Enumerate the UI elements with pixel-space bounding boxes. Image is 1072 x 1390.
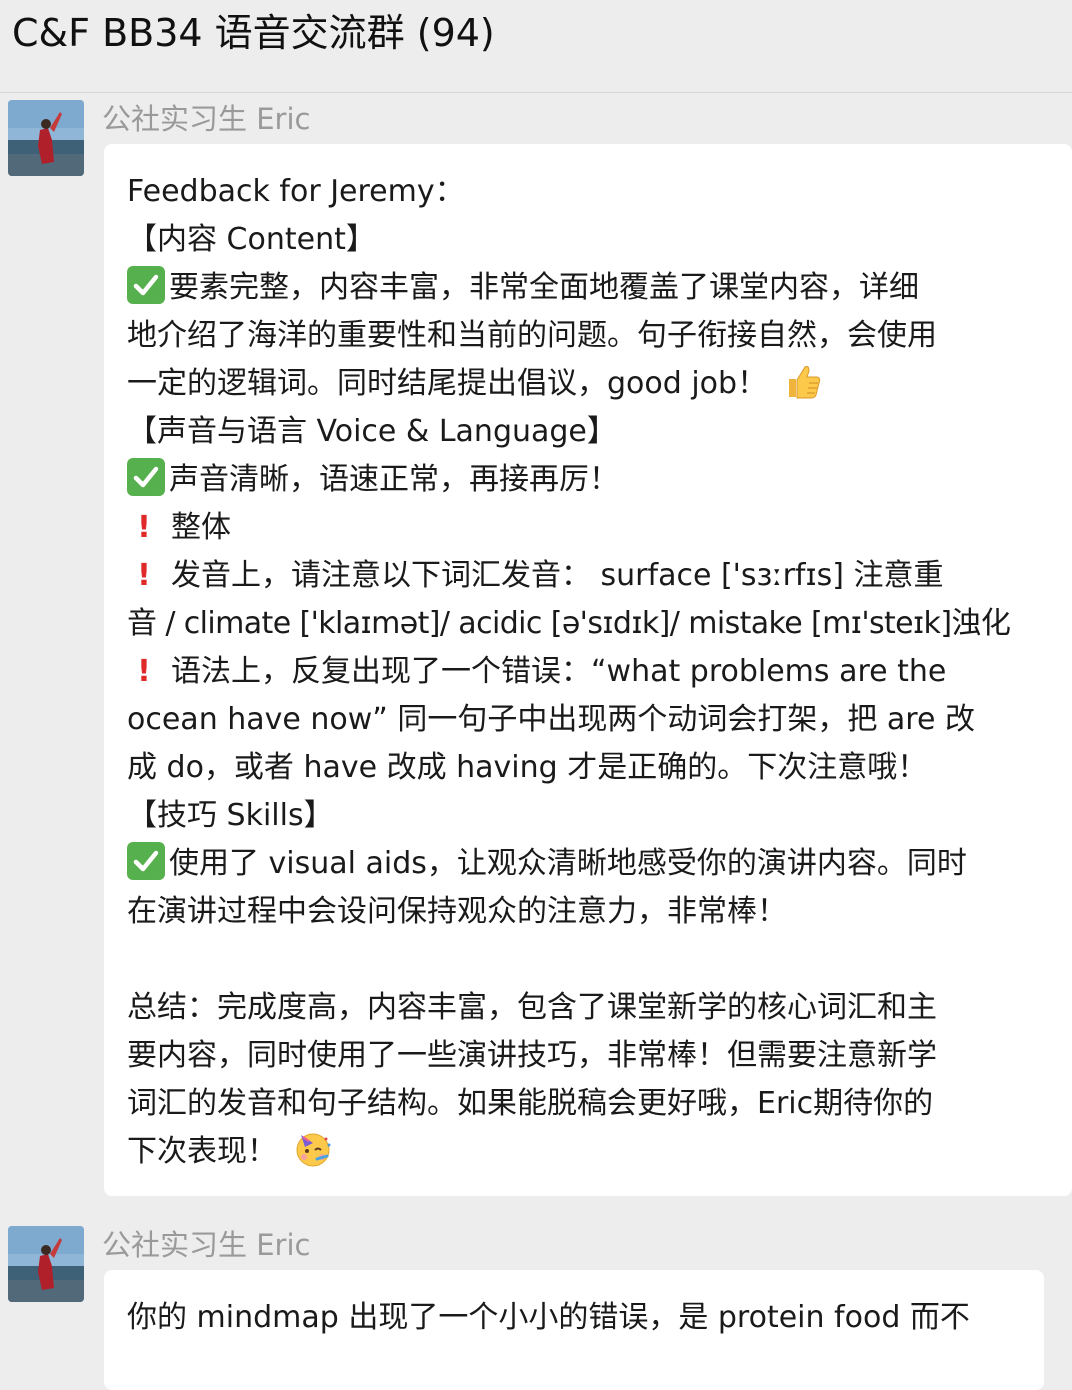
- chat-message: 公社实习生 Eric 你的 mindmap 出现了一个小小的错误，是 prote…: [0, 1226, 1072, 1390]
- white-heavy-check-mark-icon: [127, 266, 165, 304]
- message-bubble[interactable]: 你的 mindmap 出现了一个小小的错误，是 protein food 而不: [104, 1270, 1044, 1390]
- chat-message: 公社实习生 Eric Feedback for Jeremy： 【内容 Cont…: [0, 100, 1072, 1200]
- avatar[interactable]: [8, 100, 84, 176]
- text-line: 下次表现！: [127, 1128, 1062, 1176]
- text-line: 成 do，或者 have 改成 having 才是正确的。下次注意哦！: [127, 750, 928, 785]
- text-line: 词汇的发音和句子结构。如果能脱稿会更好哦，Eric期待你的: [127, 1086, 934, 1121]
- text-line: ! 语法上，反复出现了一个错误：“what problems are the: [127, 648, 1062, 696]
- thumbs-up-icon: [783, 361, 823, 401]
- text-line: 你的 mindmap 出现了一个小小的错误，是 protein food 而不: [127, 1300, 970, 1335]
- text-line: 总结：完成度高，内容丰富，包含了课堂新学的核心词汇和主: [127, 990, 937, 1025]
- white-heavy-check-mark-icon: [127, 458, 165, 496]
- text-line: 要素完整，内容丰富，非常全面地覆盖了课堂内容，详细: [127, 264, 1062, 312]
- sender-name: 公社实习生 Eric: [102, 1228, 311, 1262]
- text-line: 使用了 visual aids，让观众清晰地感受你的演讲内容。同时: [127, 840, 1062, 888]
- message-bubble[interactable]: Feedback for Jeremy： 【内容 Content】 要素完整，内…: [104, 144, 1072, 1196]
- sender-name: 公社实习生 Eric: [102, 102, 311, 136]
- exclamation-mark-icon: !: [137, 558, 151, 593]
- section-heading: 【内容 Content】: [127, 222, 376, 257]
- white-heavy-check-mark-icon: [127, 842, 165, 880]
- partying-face-icon: [293, 1129, 333, 1169]
- exclamation-mark-icon: !: [137, 510, 151, 545]
- text-line: 一定的逻辑词。同时结尾提出倡议，good job！: [127, 360, 1062, 408]
- text-line: Feedback for Jeremy：: [127, 174, 465, 209]
- chat-header: C&F BB34 语音交流群 (94): [0, 0, 1072, 93]
- chat-title[interactable]: C&F BB34 语音交流群 (94): [12, 8, 495, 58]
- section-heading: 【技巧 Skills】: [127, 798, 334, 833]
- text-line: 声音清晰，语速正常，再接再厉！: [127, 456, 1062, 504]
- text-line: ! 整体: [127, 504, 1062, 552]
- text-line: 要内容，同时使用了一些演讲技巧，非常棒！但需要注意新学: [127, 1038, 937, 1073]
- text-line: 音 / climate ['klaɪmət]/ acidic [ə'sɪdɪk]…: [127, 606, 1011, 641]
- avatar[interactable]: [8, 1226, 84, 1302]
- text-line: 地介绍了海洋的重要性和当前的问题。句子衔接自然，会使用: [127, 318, 937, 353]
- text-line: ocean have now” 同一句子中出现两个动词会打架，把 are 改: [127, 702, 975, 737]
- text-line: ! 发音上，请注意以下词汇发音： surface ['sɜːrfɪs] 注意重: [127, 552, 1062, 600]
- exclamation-mark-icon: !: [137, 654, 151, 689]
- section-heading: 【声音与语言 Voice & Language】: [127, 414, 617, 449]
- text-line: 在演讲过程中会设问保持观众的注意力，非常棒！: [127, 894, 787, 929]
